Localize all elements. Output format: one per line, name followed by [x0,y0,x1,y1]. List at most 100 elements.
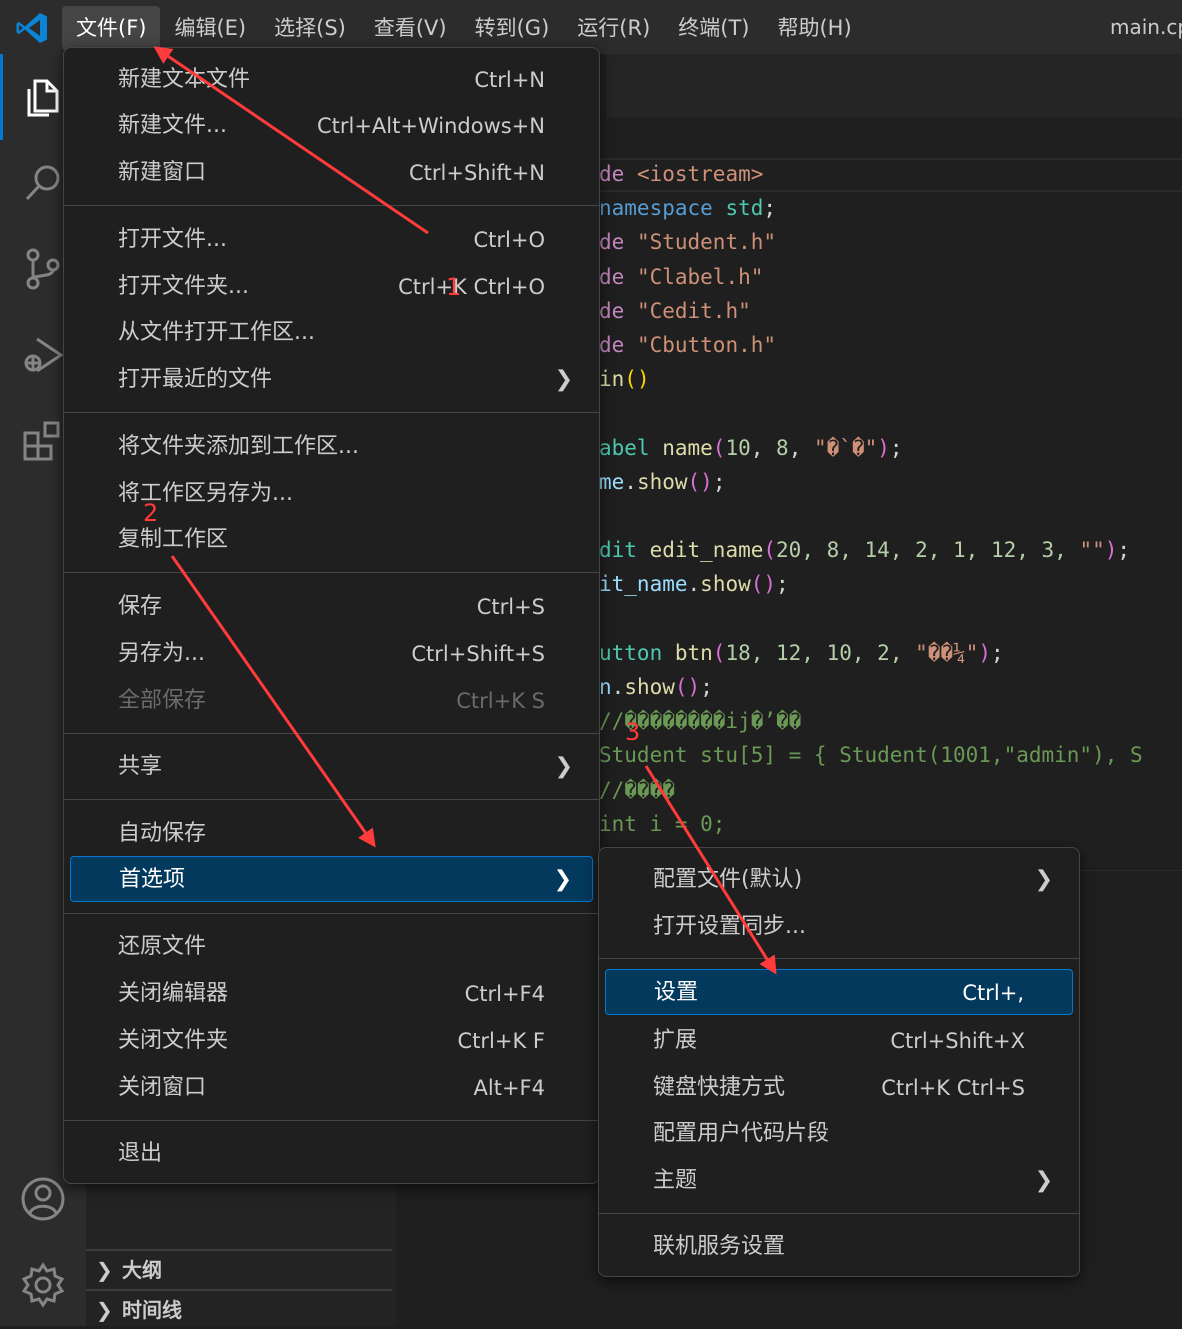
menu-item-label: 退出 [118,1141,163,1166]
menu-item-theme[interactable]: 主题 ❯ [605,1158,1073,1204]
menu-item-revert-file[interactable]: 还原文件 [70,924,593,970]
menu-item-save-as[interactable]: 另存为... Ctrl+Shift+S [70,631,593,677]
menu-item-label: 还原文件 [118,934,207,959]
menu-item-shortcut: Ctrl+K F [457,1029,546,1053]
menu-separator [599,958,1079,959]
chevron-right-icon: ❯ [96,1258,113,1282]
chevron-right-icon: ❯ [554,367,573,392]
menu-separator [64,799,599,800]
menu-item-close-folder[interactable]: 关闭文件夹 Ctrl+K F [70,1018,593,1064]
menu-item-open-folder[interactable]: 打开文件夹... Ctrl+K Ctrl+O [70,264,593,310]
menu-item-shortcut: Ctrl+K Ctrl+O [398,275,545,299]
file-menu: 新建文本文件 Ctrl+N 新建文件... Ctrl+Alt+Windows+N 新… [63,47,600,1184]
menu-item-add-folder-to-workspace[interactable]: 将文件夹添加到工作区... [70,424,593,470]
chevron-right-icon: ❯ [96,1298,113,1322]
menu-separator [64,733,599,734]
menu-item-open-workspace[interactable]: 从文件打开工作区... [70,310,593,356]
menu-item-user-snippets[interactable]: 配置用户代码片段 [605,1111,1073,1157]
menu-item-save-all: 全部保存 Ctrl+K S [70,678,593,724]
vscode-logo-icon [16,13,47,43]
menu-item-label: 主题 [653,1168,698,1193]
timeline-section-header[interactable]: ❯ 时间线 [86,1289,392,1329]
menu-item-open-file[interactable]: 打开文件... Ctrl+O [70,217,593,263]
menu-terminal[interactable]: 终端(T) [664,6,763,50]
menu-item-open-recent[interactable]: 打开最近的文件 ❯ [70,357,593,403]
menu-run[interactable]: 运行(R) [563,6,664,50]
menu-item-close-editor[interactable]: 关闭编辑器 Ctrl+F4 [70,971,593,1017]
menu-item-shortcut: Ctrl+O [473,228,546,252]
menu-item-shortcut: Alt+F4 [473,1076,545,1100]
menu-item-label: 关闭窗口 [118,1075,207,1100]
menu-item-label: 关闭编辑器 [118,981,229,1006]
menu-go[interactable]: 转到(G) [461,6,564,50]
menu-item-shortcut: Ctrl+, [962,981,1024,1005]
menu-item-label: 自动保存 [118,821,207,846]
menu-item-close-window[interactable]: 关闭窗口 Alt+F4 [70,1065,593,1111]
menu-item-label: 关闭文件夹 [118,1028,229,1053]
menu-file[interactable]: 文件(F) [62,6,161,50]
menu-item-label: 配置用户代码片段 [653,1121,830,1146]
menu-item-shortcut: Ctrl+K S [456,689,545,713]
menu-separator [64,913,599,914]
menu-item-label: 新建窗口 [118,160,207,185]
menu-item-label: 设置 [654,980,699,1005]
menu-separator [64,205,599,206]
step-number-3: 3 [625,718,641,746]
menu-item-label: 打开文件... [118,227,227,252]
menu-separator [64,1120,599,1121]
chevron-right-icon: ❯ [554,754,573,779]
menu-item-label: 全部保存 [118,688,207,713]
menu-item-new-text-file[interactable]: 新建文本文件 Ctrl+N [70,57,593,103]
menu-separator [64,572,599,573]
menu-item-label: 复制工作区 [118,527,229,552]
menu-item-settings[interactable]: 设置 Ctrl+, [605,969,1073,1015]
menu-item-label: 从文件打开工作区... [118,320,315,345]
menu-item-new-window[interactable]: 新建窗口 Ctrl+Shift+N [70,150,593,196]
menu-item-shortcut: Ctrl+Shift+X [890,1029,1025,1053]
chevron-right-icon: ❯ [1034,867,1053,892]
menu-separator [599,1213,1079,1214]
menu-help[interactable]: 帮助(H) [763,6,865,50]
chevron-right-icon: ❯ [1034,1168,1053,1193]
menu-item-shortcut: Ctrl+Shift+S [411,642,545,666]
menu-item-shortcut: Ctrl+Alt+Windows+N [316,114,545,138]
menu-item-extensions[interactable]: 扩展 Ctrl+Shift+X [605,1018,1073,1064]
menu-item-label: 共享 [118,754,163,779]
menu-item-label: 新建文件... [118,113,227,138]
menu-item-auto-save[interactable]: 自动保存 [70,811,593,857]
menu-edit[interactable]: 编辑(E) [160,6,260,50]
menu-item-label: 新建文本文件 [118,67,251,92]
menu-item-exit[interactable]: 退出 [70,1131,593,1177]
menu-view[interactable]: 查看(V) [360,6,461,50]
activity-manage[interactable] [0,1242,86,1328]
menu-item-preferences[interactable]: 首选项 ❯ [70,856,593,902]
menu-item-label: 打开设置同步... [653,914,806,939]
menu-item-label: 打开最近的文件 [118,367,273,392]
panel-area [1078,870,1182,1327]
menu-item-new-file[interactable]: 新建文件... Ctrl+Alt+Windows+N [70,103,593,149]
menu-selection[interactable]: 选择(S) [260,6,360,50]
menu-item-settings-sync[interactable]: 打开设置同步... [605,904,1073,950]
menu-item-shortcut: Ctrl+S [476,595,545,619]
menu-item-online-services[interactable]: 联机服务设置 [605,1224,1073,1270]
outline-section-header[interactable]: ❯ 大纲 [86,1249,392,1289]
menu-item-profile-default[interactable]: 配置文件(默认) ❯ [605,857,1073,903]
menu-item-save[interactable]: 保存 Ctrl+S [70,584,593,630]
menu-item-shortcut: Ctrl+F4 [464,982,545,1006]
menu-item-label: 键盘快捷方式 [653,1075,786,1100]
menu-item-keyboard-shortcuts[interactable]: 键盘快捷方式 Ctrl+K Ctrl+S [605,1065,1073,1111]
step-number-1: 1 [446,273,462,301]
source-control-icon [26,248,60,290]
search-icon [25,165,60,201]
extensions-icon [23,421,60,461]
preferences-submenu: 配置文件(默认) ❯ 打开设置同步... 设置 Ctrl+, 扩展 Ctrl+Shif… [598,847,1080,1277]
menu-item-label: 打开文件夹... [118,274,249,299]
window-title: main.cp [1110,15,1182,39]
timeline-label: 时间线 [122,1298,182,1322]
run-debug-icon [24,337,64,373]
menu-item-label: 将文件夹添加到工作区... [118,434,359,459]
menu-item-share[interactable]: 共享 ❯ [70,744,593,790]
menu-item-label: 配置文件(默认) [653,867,803,892]
menu-bar: 文件(F) 编辑(E) 选择(S) 查看(V) 转到(G) 运行(R) 终端(T… [62,6,866,50]
menu-item-shortcut: Ctrl+K Ctrl+S [881,1076,1025,1100]
